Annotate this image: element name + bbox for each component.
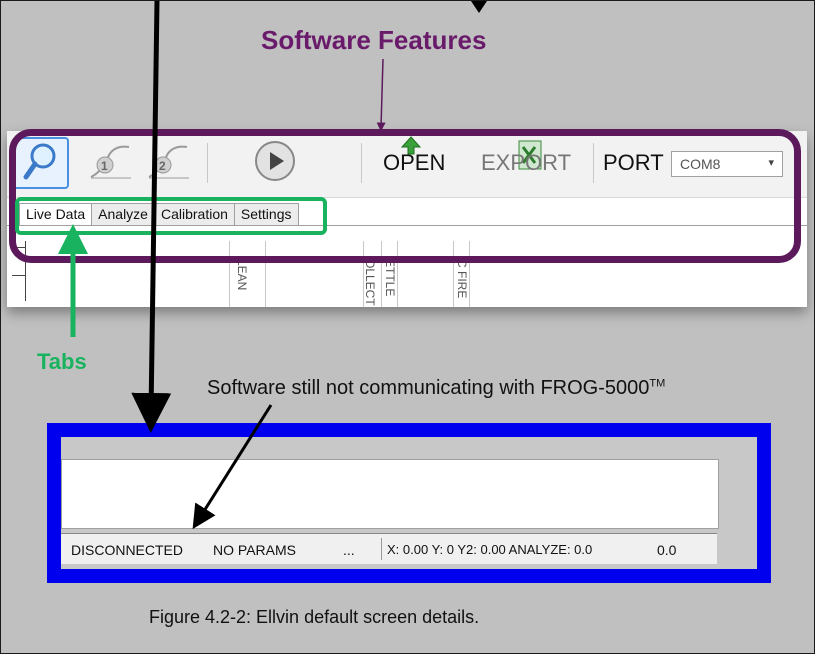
status-arrow	[131, 1, 172, 433]
features-arrow	[376, 58, 386, 132]
top-arrow-head	[471, 1, 487, 13]
note-arrow	[192, 404, 273, 530]
figure-page: Software Features 1 2 OPEN EXPORT PORT C…	[0, 0, 815, 654]
callout-arrows	[58, 1, 487, 530]
